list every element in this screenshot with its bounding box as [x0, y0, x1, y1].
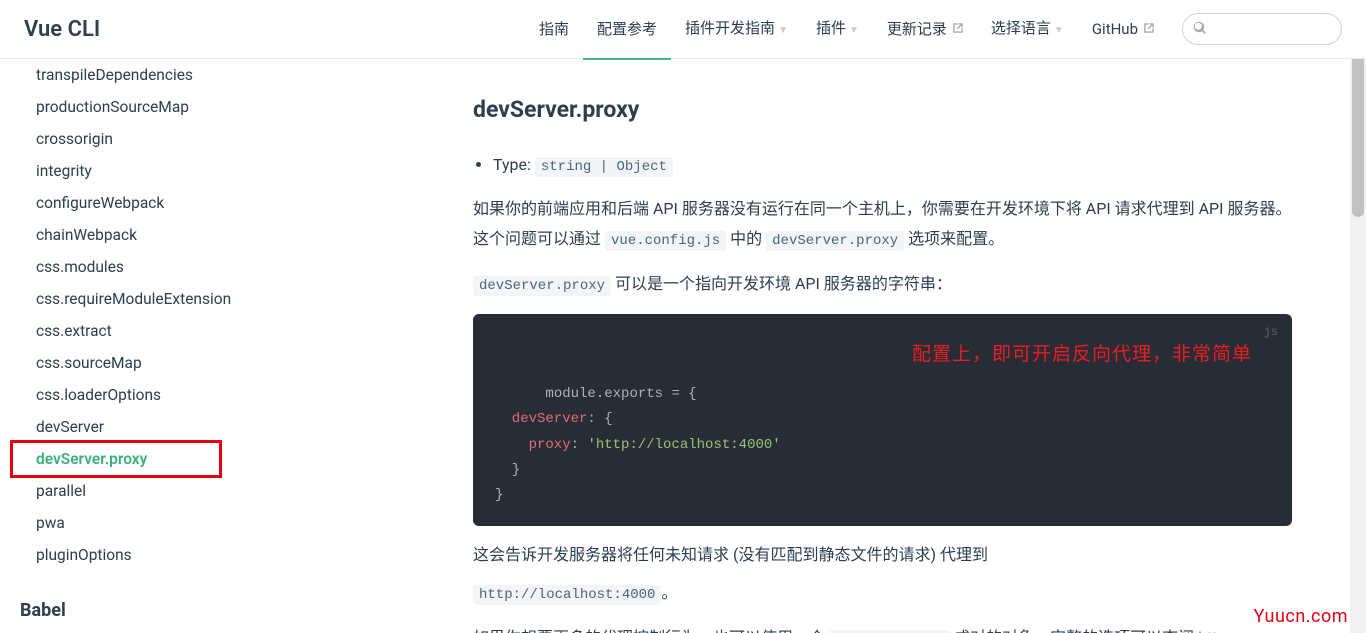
sidebar-container: transpileDependenciesproductionSourceMap… [0, 59, 313, 633]
inline-code: devServer.proxy [473, 276, 611, 296]
inline-code: devServer.proxy [766, 231, 904, 251]
page-body: transpileDependenciesproductionSourceMap… [0, 59, 1366, 633]
sidebar-item[interactable]: devServer [0, 411, 300, 443]
nav-item[interactable]: 指南 [525, 0, 583, 58]
sidebar-item[interactable]: css.requireModuleExtension [0, 283, 300, 315]
sidebar-item[interactable]: chainWebpack [0, 219, 300, 251]
nav-item[interactable]: 插件开发指南▼ [671, 0, 802, 60]
top-nav: 指南配置参考插件开发指南▼插件▼更新记录选择语言▼GitHub [525, 0, 1168, 60]
type-label: Type: [493, 155, 531, 174]
search-box[interactable] [1182, 13, 1342, 45]
paragraph: 这会告诉开发服务器将任何未知请求 (没有匹配到静态文件的请求) 代理到 [473, 540, 1292, 570]
sidebar-item[interactable]: transpileDependencies [0, 59, 300, 91]
inline-code: path: options [829, 630, 950, 633]
content-container: devServer.proxy Type: string | Object 如果… [313, 59, 1366, 633]
inline-code: vue.config.js [605, 231, 726, 251]
type-code: string | Object [535, 157, 673, 177]
brand-logo[interactable]: Vue CLI [24, 17, 100, 42]
paragraph: http://localhost:4000。 [473, 578, 1292, 609]
nav-item[interactable]: 选择语言▼ [977, 0, 1078, 60]
nav-item[interactable]: GitHub [1078, 0, 1168, 58]
code-annotation: 配置上，即可开启反向代理，非常简单 [912, 338, 1252, 372]
sidebar[interactable]: transpileDependenciesproductionSourceMap… [0, 59, 300, 633]
paragraph: 如果你的前端应用和后端 API 服务器没有运行在同一个主机上，你需要在开发环境下… [473, 194, 1292, 254]
chevron-down-icon: ▼ [849, 2, 859, 60]
code-block: js module.exports = { devServer: { proxy… [473, 314, 1292, 526]
section-heading: devServer.proxy [473, 89, 1292, 132]
paragraph: devServer.proxy 可以是一个指向开发环境 API 服务器的字符串： [473, 269, 1292, 300]
nav-item[interactable]: 配置参考 [583, 0, 671, 60]
main-content[interactable]: devServer.proxy Type: string | Object 如果… [313, 59, 1366, 633]
nav-item[interactable]: 更新记录 [873, 0, 977, 58]
chevron-down-icon: ▼ [778, 2, 788, 60]
external-link-icon [1142, 0, 1154, 12]
outer-scrollbar[interactable] [1350, 0, 1366, 633]
search-input[interactable] [1213, 21, 1333, 37]
sidebar-item[interactable]: configureWebpack [0, 187, 300, 219]
type-list: Type: string | Object [473, 150, 1292, 181]
sidebar-heading[interactable]: Babel [0, 593, 300, 628]
inline-code: http://localhost:4000 [473, 585, 661, 605]
sidebar-item[interactable]: css.loaderOptions [0, 379, 300, 411]
sidebar-item[interactable]: css.sourceMap [0, 347, 300, 379]
watermark: Yuucn.com [1254, 606, 1348, 627]
sidebar-item[interactable]: css.modules [0, 251, 300, 283]
external-link-icon [951, 0, 963, 12]
sidebar-item[interactable]: devServer.proxy [0, 443, 300, 475]
top-header: Vue CLI 指南配置参考插件开发指南▼插件▼更新记录选择语言▼GitHub [0, 0, 1366, 59]
sidebar-item[interactable]: integrity [0, 155, 300, 187]
search-icon [1193, 20, 1207, 39]
sidebar-item[interactable]: pluginOptions [0, 539, 300, 571]
sidebar-item[interactable]: css.extract [0, 315, 300, 347]
chevron-down-icon: ▼ [1054, 2, 1064, 60]
sidebar-item[interactable]: productionSourceMap [0, 91, 300, 123]
sidebar-item[interactable]: parallel [0, 475, 300, 507]
paragraph: 如果你想要更多的代理控制行为，也可以使用一个 path: options 成对的… [473, 623, 1292, 633]
nav-item[interactable]: 插件▼ [802, 0, 873, 60]
sidebar-item[interactable]: crossorigin [0, 123, 300, 155]
code-lang-badge: js [1264, 322, 1278, 344]
sidebar-item[interactable]: pwa [0, 507, 300, 539]
type-item: Type: string | Object [493, 150, 1292, 181]
